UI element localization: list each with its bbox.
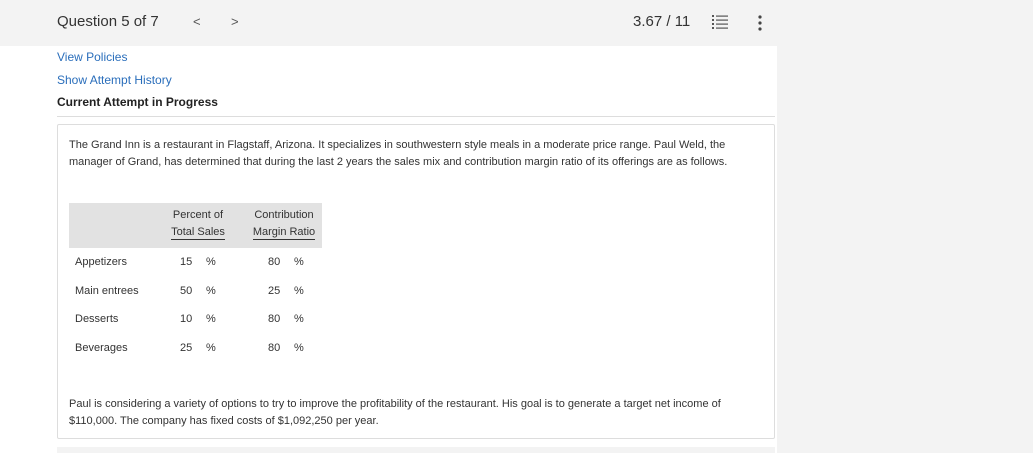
percent-unit: %: [206, 285, 216, 297]
next-question-button[interactable]: >: [231, 14, 239, 29]
percent-unit: %: [206, 256, 216, 268]
row-label: Beverages: [75, 342, 128, 354]
table-header: Percent of Total Sales Contribution Marg…: [69, 203, 322, 248]
list-icon[interactable]: [712, 14, 728, 30]
percent-value: 25: [180, 342, 193, 354]
percent-value: 15: [180, 256, 193, 268]
percent-value: 10: [180, 313, 193, 325]
view-policies-link[interactable]: View Policies: [57, 50, 127, 64]
row-label: Desserts: [75, 313, 119, 325]
cm-unit: %: [294, 285, 304, 297]
percent-unit: %: [206, 342, 216, 354]
percent-value: 50: [180, 285, 193, 297]
col-header-cm-ratio: Contribution Margin Ratio: [252, 209, 316, 240]
attempt-status: Current Attempt in Progress: [57, 95, 218, 109]
divider: [57, 116, 775, 117]
more-vertical-icon[interactable]: [757, 14, 763, 32]
cm-unit: %: [294, 313, 304, 325]
bottom-strip: [57, 447, 775, 453]
question-counter: Question 5 of 7: [57, 13, 159, 30]
col-header-percent: Percent of Total Sales: [171, 209, 225, 240]
cm-value: 80: [268, 342, 281, 354]
right-margin: [777, 46, 1033, 453]
question-header: Question 5 of 7 < > 3.67 / 11: [0, 0, 1033, 46]
cm-value: 80: [268, 313, 281, 325]
cm-unit: %: [294, 256, 304, 268]
row-label: Main entrees: [75, 285, 139, 297]
problem-closing: Paul is considering a variety of options…: [69, 398, 721, 427]
previous-question-button[interactable]: <: [193, 14, 201, 29]
show-attempt-history-link[interactable]: Show Attempt History: [57, 73, 172, 87]
percent-unit: %: [206, 313, 216, 325]
cm-unit: %: [294, 342, 304, 354]
row-label: Appetizers: [75, 256, 127, 268]
score-display: 3.67 / 11: [633, 13, 691, 30]
cm-value: 80: [268, 256, 281, 268]
problem-intro: The Grand Inn is a restaurant in Flagsta…: [69, 139, 728, 168]
problem-card: The Grand Inn is a restaurant in Flagsta…: [57, 124, 775, 439]
cm-value: 25: [268, 285, 281, 297]
